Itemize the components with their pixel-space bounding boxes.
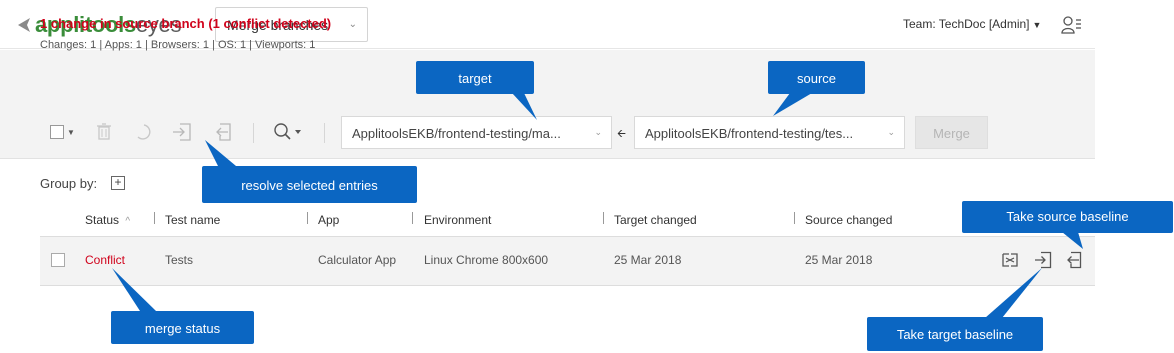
checkbox[interactable] xyxy=(50,125,64,139)
merge-status-callout: merge status xyxy=(111,311,254,344)
chevron-down-icon: ⌄ xyxy=(594,127,602,137)
source-callout: source xyxy=(768,61,865,94)
applitools-logo-icon xyxy=(18,18,30,32)
column-header-environment[interactable]: Environment xyxy=(424,213,491,227)
resolve-conflict-icon[interactable] xyxy=(1001,251,1019,269)
delete-icon[interactable] xyxy=(96,123,112,141)
column-divider[interactable] xyxy=(154,212,155,224)
user-menu-icon[interactable] xyxy=(1060,14,1082,36)
take-target-baseline-callout: Take target baseline xyxy=(867,317,1043,351)
row-environment: Linux Chrome 800x600 xyxy=(424,253,549,267)
target-branch-select[interactable]: ApplitoolsEKB/frontend-testing/ma... ⌄ xyxy=(341,116,612,149)
target-callout: target xyxy=(416,61,534,94)
take-target-icon[interactable] xyxy=(172,122,192,142)
source-branch-select[interactable]: ApplitoolsEKB/frontend-testing/tes... ⌄ xyxy=(634,116,905,149)
column-header-status-label: Status xyxy=(85,213,120,227)
column-divider[interactable] xyxy=(307,212,308,224)
undo-icon[interactable] xyxy=(134,123,152,141)
source-branch-value: ApplitoolsEKB/frontend-testing/tes... xyxy=(645,126,854,141)
merge-button[interactable]: Merge xyxy=(915,116,988,149)
change-stats: Changes: 1 | Apps: 1 | Browsers: 1 | OS:… xyxy=(40,39,316,51)
sort-ascending-icon: ^ xyxy=(125,216,131,227)
merge-branches-page: applitoolseyes Merge branches ⌄ Team: Te… xyxy=(0,0,1174,353)
chevron-down-icon: ⌄ xyxy=(887,127,895,137)
caret-down-icon[interactable]: ▼ xyxy=(67,128,75,137)
row-source-changed: 25 Mar 2018 xyxy=(805,253,873,267)
column-header-app[interactable]: App xyxy=(318,213,339,227)
resolve-selected-callout: resolve selected entries xyxy=(202,166,417,203)
group-by-label: Group by: xyxy=(40,176,98,191)
select-all-checkbox[interactable]: ▼ xyxy=(50,125,75,144)
column-header-test-name[interactable]: Test name xyxy=(165,213,220,227)
change-summary-title: 1 change in source branch (1 conflict de… xyxy=(40,16,332,31)
team-label: Team: TechDoc [Admin] xyxy=(903,17,1030,31)
row-status: Conflict xyxy=(85,253,126,267)
target-branch-value: ApplitoolsEKB/frontend-testing/ma... xyxy=(352,126,561,141)
row-checkbox[interactable] xyxy=(51,253,65,267)
take-source-icon[interactable] xyxy=(212,122,232,142)
team-selector[interactable]: Team: TechDoc [Admin] ▼ xyxy=(903,17,1041,31)
row-test-name: Tests xyxy=(165,253,194,267)
column-divider[interactable] xyxy=(794,212,795,224)
arrow-left-icon: 🡨 xyxy=(617,128,626,140)
take-target-baseline-icon[interactable] xyxy=(1034,251,1052,269)
column-divider[interactable] xyxy=(412,212,413,224)
group-by-add-button[interactable]: + xyxy=(111,176,125,190)
column-header-status[interactable]: Status ^ xyxy=(85,213,130,227)
toolbar-divider xyxy=(253,123,254,143)
table-row[interactable] xyxy=(40,236,1095,286)
row-target-changed: 25 Mar 2018 xyxy=(614,253,682,267)
column-header-source-changed[interactable]: Source changed xyxy=(805,213,892,227)
search-icon[interactable] xyxy=(273,122,303,142)
take-source-baseline-callout: Take source baseline xyxy=(962,201,1173,233)
toolbar-divider xyxy=(324,123,325,143)
row-app: Calculator App xyxy=(318,253,397,267)
column-divider[interactable] xyxy=(603,212,604,224)
chevron-down-icon: ⌄ xyxy=(348,19,357,30)
caret-down-icon: ▼ xyxy=(1032,20,1042,30)
column-header-target-changed[interactable]: Target changed xyxy=(614,213,697,227)
take-source-baseline-icon[interactable] xyxy=(1064,251,1082,269)
